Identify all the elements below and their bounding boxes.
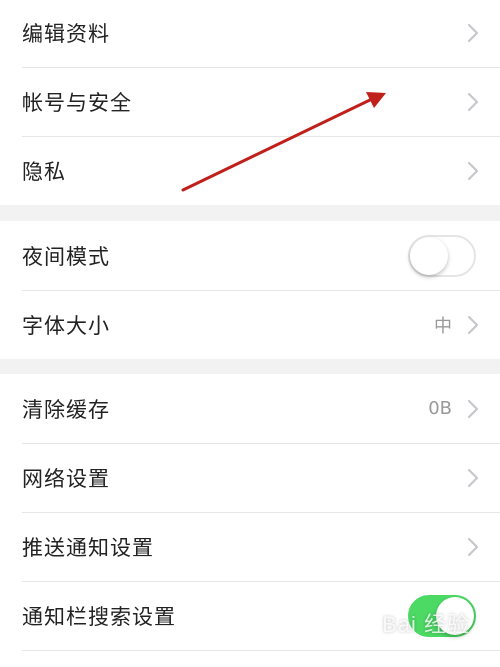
- row-label: 夜间模式: [22, 244, 110, 269]
- row-push-notification-settings[interactable]: 推送通知设置: [0, 512, 500, 581]
- chevron-right-icon: [467, 23, 479, 42]
- row-label: 通知栏搜索设置: [22, 604, 176, 629]
- chevron-right-icon: [467, 92, 479, 111]
- settings-group-display: 夜间模式 字体大小 中: [0, 221, 500, 359]
- chevron-right-icon: [467, 537, 479, 556]
- chevron-right-icon: [467, 161, 479, 180]
- row-privacy[interactable]: 隐私: [0, 136, 500, 205]
- watermark-text: Bai 经验: [382, 612, 470, 637]
- chevron-right-icon: [467, 399, 479, 418]
- watermark-logo: Bai 经验: [382, 607, 470, 639]
- row-label: 网络设置: [22, 466, 110, 491]
- row-label: 推送通知设置: [22, 535, 154, 560]
- settings-screen: 编辑资料 帐号与安全 隐私 夜间模式 字体大小 中 清除缓存 0B 网络设置 推…: [0, 0, 500, 667]
- row-night-mode: 夜间模式: [0, 221, 500, 290]
- cache-size-value: 0B: [428, 398, 452, 419]
- settings-group-account: 编辑资料 帐号与安全 隐私: [0, 0, 500, 205]
- row-label: 帐号与安全: [22, 90, 132, 115]
- row-label: 编辑资料: [22, 21, 110, 46]
- row-label: 清除缓存: [22, 397, 110, 422]
- row-network-settings[interactable]: 网络设置: [0, 443, 500, 512]
- font-size-value: 中: [434, 315, 452, 337]
- chevron-right-icon: [467, 315, 479, 334]
- night-mode-toggle[interactable]: [408, 234, 476, 277]
- row-font-size[interactable]: 字体大小 中: [0, 290, 500, 359]
- row-label: 字体大小: [22, 313, 110, 338]
- row-account-security[interactable]: 帐号与安全: [0, 67, 500, 136]
- row-clear-cache[interactable]: 清除缓存 0B: [0, 374, 500, 443]
- row-partial-next: [0, 650, 500, 667]
- chevron-right-icon: [467, 468, 479, 487]
- row-edit-profile[interactable]: 编辑资料: [0, 0, 500, 67]
- toggle-knob: [410, 236, 448, 275]
- row-label: 隐私: [22, 159, 66, 184]
